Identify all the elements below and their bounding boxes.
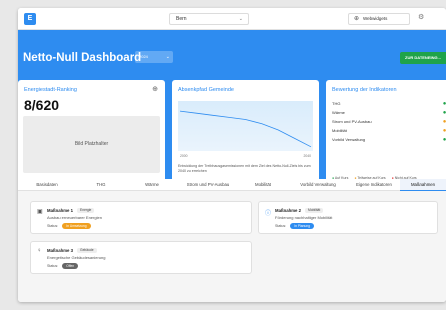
city-select[interactable]: Bern ⌄ — [169, 13, 249, 25]
ranking-value: 8/620 — [24, 97, 60, 113]
indicator-row: Wärme●● — [332, 110, 446, 116]
tab-mobilitaet[interactable]: Mobilität — [238, 179, 288, 191]
reduction-path-note: Entwicklung der Treibhausgasemissionen m… — [178, 164, 311, 173]
lightbulb-icon: ♀ — [37, 248, 42, 254]
tab-basisdaten[interactable]: Basisdaten — [18, 179, 76, 191]
measure-title: Maßnahme 3 Gebäude — [47, 248, 97, 254]
indicators-title: Bewertung der Indikatoren — [332, 87, 397, 93]
tab-waerme[interactable]: Wärme — [126, 179, 178, 191]
data-entry-button[interactable]: ZUR DATENEING... — [400, 52, 446, 64]
tab-eigene-indikatoren[interactable]: Eigene Indikatoren — [348, 179, 400, 191]
x-tick-label: 2040 — [303, 154, 311, 158]
chevron-down-icon: ⌄ — [165, 54, 170, 60]
webwidgets-label: Webwidgets — [363, 16, 388, 21]
tab-bar: Basisdaten THG Wärme Strom und PV-Ausbau… — [18, 179, 446, 191]
tab-thg[interactable]: THG — [76, 179, 126, 191]
measure-title: Maßnahme 1 Energie — [47, 208, 95, 214]
tab-vorbild-verwaltung[interactable]: Vorbild Verwaltung — [288, 179, 348, 191]
measure-subtitle: Energetische Gebäudesanierung — [47, 255, 106, 260]
indicator-label: Mobilität — [332, 128, 347, 133]
ranking-card: Energiestadt-Ranking ⊕ 8/620 Bild Platzh… — [18, 80, 165, 188]
measure-tag: Energie — [77, 208, 95, 214]
measure-card[interactable]: ♀ Maßnahme 3 Gebäude Energetische Gebäude… — [30, 241, 252, 274]
chevron-down-icon: ⌄ — [238, 16, 243, 22]
measure-status: Status: Offen — [47, 263, 79, 269]
indicator-label: Wärme — [332, 110, 345, 115]
indicators-card: Bewertung der Indikatoren THG●● Wärme●● St… — [326, 80, 446, 188]
indicator-row: THG●● — [332, 101, 446, 107]
dashboard-header: Netto-Null Dashboard 2024 ⌄ ZUR DATENEIN… — [18, 30, 446, 188]
app-logo[interactable]: E — [24, 13, 36, 25]
reduction-path-chart: 2000 2040 — [178, 101, 313, 158]
status-badge: In Umsetzung — [62, 223, 91, 229]
status-badge: Offen — [62, 263, 79, 269]
indicator-label: Strom und PV-Ausbau — [332, 119, 372, 124]
measure-tag: Gebäude — [77, 248, 97, 254]
app-window: E Bern ⌄ ⊕ Webwidgets ⚙ Netto-Null Dashb… — [18, 8, 446, 302]
measure-card[interactable]: ⓘ Maßnahme 2 Mobilität Förderung nachhalt… — [258, 201, 438, 234]
webwidgets-button[interactable]: ⊕ Webwidgets — [348, 13, 410, 25]
year-select[interactable]: 2024 ⌄ — [135, 51, 173, 63]
settings-icon[interactable]: ⚙ — [418, 13, 424, 21]
measure-card[interactable]: ▣ Maßnahme 1 Energie Ausbau erneuerbarer … — [30, 201, 252, 234]
measure-title: Maßnahme 2 Mobilität — [275, 208, 324, 214]
indicator-row: Mobilität●● — [332, 128, 446, 134]
page-title: Netto-Null Dashboard — [23, 52, 142, 64]
city-select-value: Bern — [176, 16, 187, 22]
year-select-value: 2024 — [139, 54, 148, 59]
top-bar: E Bern ⌄ ⊕ Webwidgets ⚙ — [18, 8, 446, 30]
widget-icon: ⊕ — [354, 16, 360, 22]
info-circle-icon: ⓘ — [265, 211, 272, 217]
measure-subtitle: Förderung nachhaltiger Mobilität — [275, 215, 333, 220]
x-tick-label: 2000 — [180, 154, 188, 158]
indicator-row: Vorbild Verwaltung●● — [332, 137, 446, 143]
tab-massnahmen[interactable]: Maßnahmen — [400, 179, 446, 191]
ranking-title: Energiestadt-Ranking — [24, 87, 77, 93]
building-icon: ▣ — [37, 209, 43, 215]
info-icon[interactable]: ⊕ — [152, 85, 158, 93]
indicator-label: THG — [332, 101, 341, 106]
image-placeholder: Bild Platzhalter — [23, 116, 160, 173]
indicator-label: Vorbild Verwaltung — [332, 137, 366, 142]
measure-subtitle: Ausbau erneuerbarer Energien — [47, 215, 102, 220]
reduction-path-card: Absenkpfad Gemeinde 2000 2040 Entwicklun… — [172, 80, 319, 188]
reduction-path-title: Absenkpfad Gemeinde — [178, 87, 234, 93]
status-badge: In Planung — [290, 223, 314, 229]
indicator-row: Strom und PV-Ausbau●● — [332, 119, 446, 125]
measure-status: Status: In Umsetzung — [47, 223, 91, 229]
measure-tag: Mobilität — [305, 208, 324, 214]
screenshot-stage: E Bern ⌄ ⊕ Webwidgets ⚙ Netto-Null Dashb… — [0, 0, 446, 310]
chart-area-background — [178, 101, 313, 151]
tab-strom[interactable]: Strom und PV-Ausbau — [178, 179, 238, 191]
measures-panel: ▣ Maßnahme 1 Energie Ausbau erneuerbarer … — [18, 191, 446, 302]
measure-status: Status: In Planung — [275, 223, 314, 229]
